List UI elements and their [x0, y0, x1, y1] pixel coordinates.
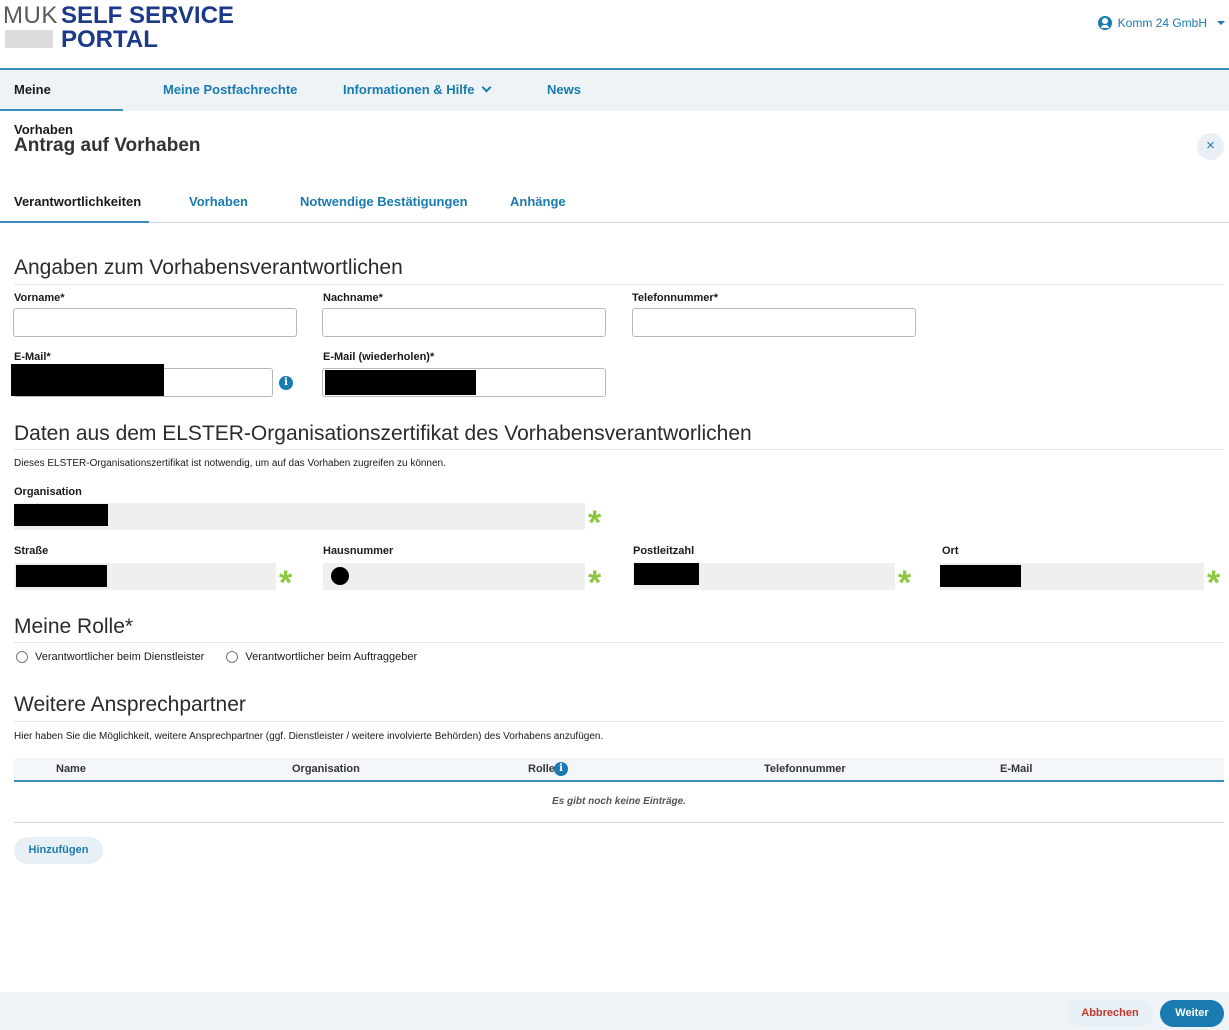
- contacts-empty-row: Es gibt noch keine Einträge.: [14, 783, 1224, 823]
- next-button[interactable]: Weiter: [1160, 1000, 1224, 1027]
- main-nav: Meine Vorhaben Meine Postfachrechte Info…: [0, 70, 1229, 137]
- tab-notwendige-bestaetigungen[interactable]: Notwendige Bestätigungen: [300, 186, 468, 223]
- tab-label: Notwendige Bestätigungen: [300, 194, 468, 209]
- required-icon: *: [588, 504, 602, 542]
- section-title-elster: Daten aus dem ELSTER-Organisationszertif…: [14, 422, 752, 445]
- phone-field[interactable]: [632, 308, 916, 337]
- user-name: Komm 24 GmbH: [1117, 16, 1207, 30]
- required-icon: *: [588, 564, 602, 602]
- phone-label: Telefonnummer*: [632, 292, 718, 304]
- redacted-postal-code: [634, 563, 699, 585]
- role-option-label: Verantwortlicher beim Auftraggeber: [245, 651, 418, 663]
- postal-code-label: Postleitzahl: [633, 545, 695, 557]
- info-icon[interactable]: i: [554, 762, 568, 776]
- close-icon: ×: [1206, 137, 1215, 154]
- street-label: Straße: [14, 545, 49, 557]
- nav-item-label: News: [547, 82, 581, 97]
- nav-item-label: Informationen & Hilfe: [343, 82, 475, 97]
- nav-item-label: Meine Vorhaben: [14, 82, 73, 137]
- elster-description: Dieses ELSTER-Organisationszertifikat is…: [14, 458, 446, 469]
- section-divider: [14, 449, 1224, 450]
- email-label: E-Mail*: [14, 351, 51, 363]
- role-radio-dienstleister[interactable]: [16, 651, 28, 663]
- role-option-label: Verantwortlicher beim Dienstleister: [35, 651, 205, 663]
- contacts-table-header: Name Organisation Rolle i Telefonnummer …: [14, 758, 1224, 782]
- section-divider: [14, 284, 1224, 285]
- column-header-rolle[interactable]: Rolle: [528, 758, 555, 780]
- house-number-value: [323, 563, 585, 590]
- tab-vorhaben[interactable]: Vorhaben: [189, 186, 248, 223]
- column-header-email[interactable]: E-Mail: [1000, 758, 1032, 780]
- nav-item-meine-postfachrechte[interactable]: Meine Postfachrechte: [163, 70, 297, 111]
- redacted-street: [16, 565, 107, 587]
- caret-down-icon: [1217, 21, 1225, 25]
- column-header-name[interactable]: Name: [56, 758, 86, 780]
- footer-bar: Abbrechen Weiter: [0, 992, 1229, 1030]
- organisation-label: Organisation: [14, 486, 82, 498]
- close-button[interactable]: ×: [1197, 133, 1224, 160]
- nav-item-meine-vorhaben[interactable]: Meine Vorhaben: [0, 70, 123, 137]
- chevron-down-icon: [482, 82, 492, 93]
- nav-item-news[interactable]: News: [547, 70, 581, 111]
- info-icon[interactable]: i: [279, 376, 293, 390]
- user-menu[interactable]: Komm 24 GmbH: [1097, 16, 1225, 30]
- logo-portal-text: PORTAL: [61, 26, 158, 53]
- role-radio-group: Verantwortlicher beim Dienstleister Vera…: [16, 651, 439, 663]
- user-icon: [1097, 16, 1112, 30]
- add-contact-button[interactable]: Hinzufügen: [14, 837, 103, 864]
- house-number-label: Hausnummer: [323, 545, 394, 557]
- section-title-role: Meine Rolle*: [14, 615, 134, 638]
- nav-item-label: Meine Postfachrechte: [163, 82, 298, 97]
- form-tabs: Verantwortlichkeiten Vorhaben Notwendige…: [0, 186, 1229, 223]
- redacted-organisation: [14, 504, 108, 526]
- redacted-email-repeat: [325, 370, 476, 395]
- required-icon: *: [279, 564, 293, 602]
- tab-anhaenge[interactable]: Anhänge: [510, 186, 566, 223]
- redacted-house-number: [331, 567, 349, 585]
- required-icon: *: [898, 564, 912, 602]
- contacts-description: Hier haben Sie die Möglichkeit, weitere …: [14, 731, 604, 742]
- email-repeat-label: E-Mail (wiederholen)*: [323, 351, 435, 363]
- section-divider: [14, 721, 1224, 722]
- section-title-responsible: Angaben zum Vorhabensverantwortlichen: [14, 256, 403, 279]
- redacted-city: [940, 565, 1021, 587]
- app-header: MUK SELF SERVICE PORTAL Komm 24 GmbH: [0, 0, 1229, 70]
- page-title: Antrag auf Vorhaben: [14, 135, 201, 156]
- logo-muk-text: MUK: [3, 2, 58, 29]
- role-radio-auftraggeber[interactable]: [226, 651, 239, 663]
- cancel-button[interactable]: Abbrechen: [1067, 1000, 1153, 1027]
- tab-label: Verantwortlichkeiten: [14, 194, 142, 209]
- redacted-email: [11, 364, 164, 396]
- tab-label: Vorhaben: [189, 194, 248, 209]
- tab-verantwortlichkeiten[interactable]: Verantwortlichkeiten: [0, 186, 149, 223]
- column-header-telefonnummer[interactable]: Telefonnummer: [764, 758, 846, 780]
- last-name-label: Nachname*: [323, 292, 383, 304]
- nav-item-informationen-hilfe[interactable]: Informationen & Hilfe: [343, 70, 492, 111]
- section-title-contacts: Weitere Ansprechpartner: [14, 693, 246, 716]
- column-header-organisation[interactable]: Organisation: [292, 758, 360, 780]
- required-icon: *: [1207, 564, 1221, 602]
- first-name-field[interactable]: [13, 308, 297, 337]
- section-divider: [14, 642, 1224, 643]
- last-name-field[interactable]: [322, 308, 606, 337]
- city-label: Ort: [942, 545, 959, 557]
- logo-placeholder-box: [5, 30, 53, 48]
- first-name-label: Vorname*: [14, 292, 65, 304]
- tab-label: Anhänge: [510, 194, 566, 209]
